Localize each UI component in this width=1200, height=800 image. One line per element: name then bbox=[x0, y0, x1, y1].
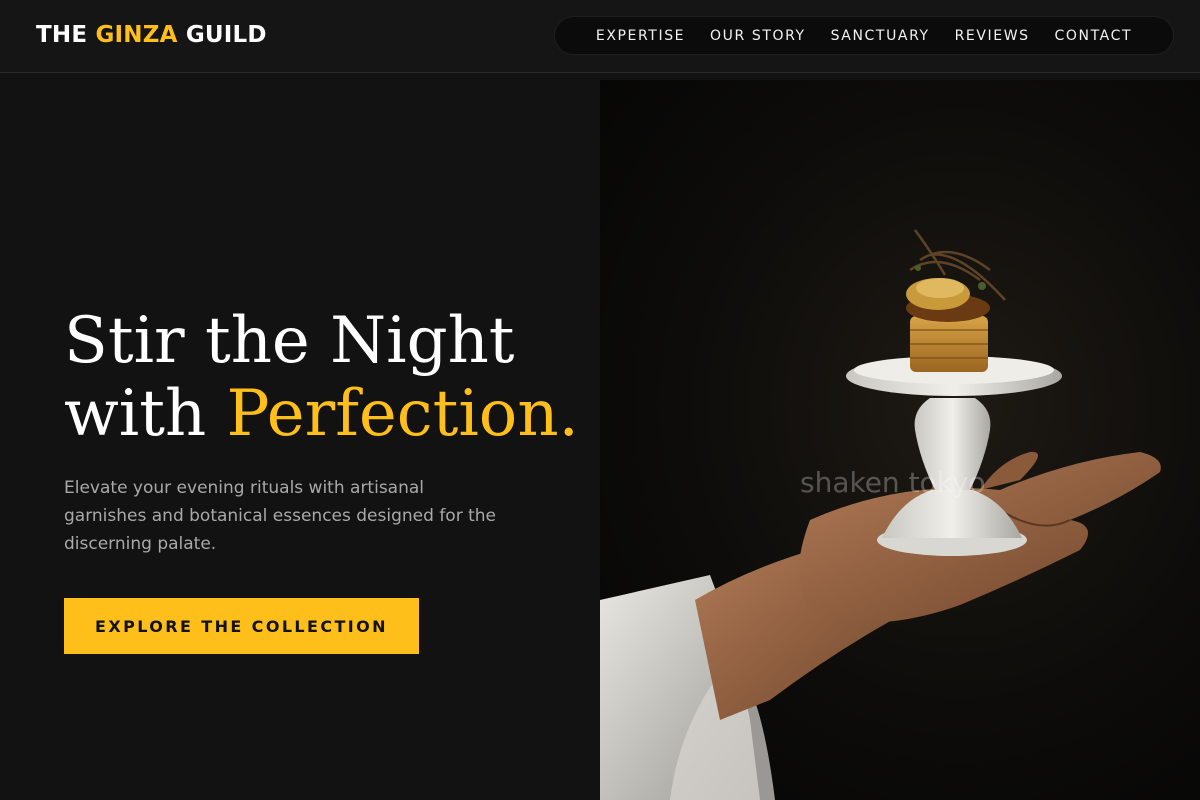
page: THE GINZA GUILD EXPERTISE OUR STORY SANC… bbox=[0, 0, 1200, 800]
nav-item-contact[interactable]: CONTACT bbox=[1055, 28, 1133, 44]
main-nav: EXPERTISE OUR STORY SANCTUARY REVIEWS CO… bbox=[554, 16, 1174, 55]
explore-collection-button[interactable]: EXPLORE THE COLLECTION bbox=[64, 598, 419, 654]
logo-text-ginza: GINZA bbox=[95, 22, 178, 48]
hero-description: Elevate your evening rituals with artisa… bbox=[64, 478, 496, 554]
nav-item-sanctuary[interactable]: SANCTUARY bbox=[831, 28, 930, 44]
nav-item-our-story[interactable]: OUR STORY bbox=[710, 28, 806, 44]
logo-text-the: THE bbox=[36, 22, 96, 48]
site-logo[interactable]: THE GINZA GUILD bbox=[36, 20, 267, 50]
logo-text-guild: GUILD bbox=[177, 22, 267, 48]
image-watermark: shaken tokyo bbox=[800, 466, 986, 499]
hero-image: shaken tokyo bbox=[600, 80, 1200, 800]
hero-title-line-2: with Perfection. bbox=[64, 378, 594, 451]
hero-title-accent: Perfection. bbox=[226, 377, 579, 451]
hero-title-plain: with bbox=[64, 377, 227, 451]
hand-holding-pedestal-dish-illustration bbox=[600, 229, 1161, 800]
nav-item-reviews[interactable]: REVIEWS bbox=[955, 28, 1030, 44]
nav-item-expertise[interactable]: EXPERTISE bbox=[596, 28, 685, 44]
hero-title: Stir the Night with Perfection. bbox=[64, 305, 594, 451]
site-header: THE GINZA GUILD EXPERTISE OUR STORY SANC… bbox=[0, 0, 1200, 73]
hero-title-line-1: Stir the Night bbox=[64, 304, 515, 378]
